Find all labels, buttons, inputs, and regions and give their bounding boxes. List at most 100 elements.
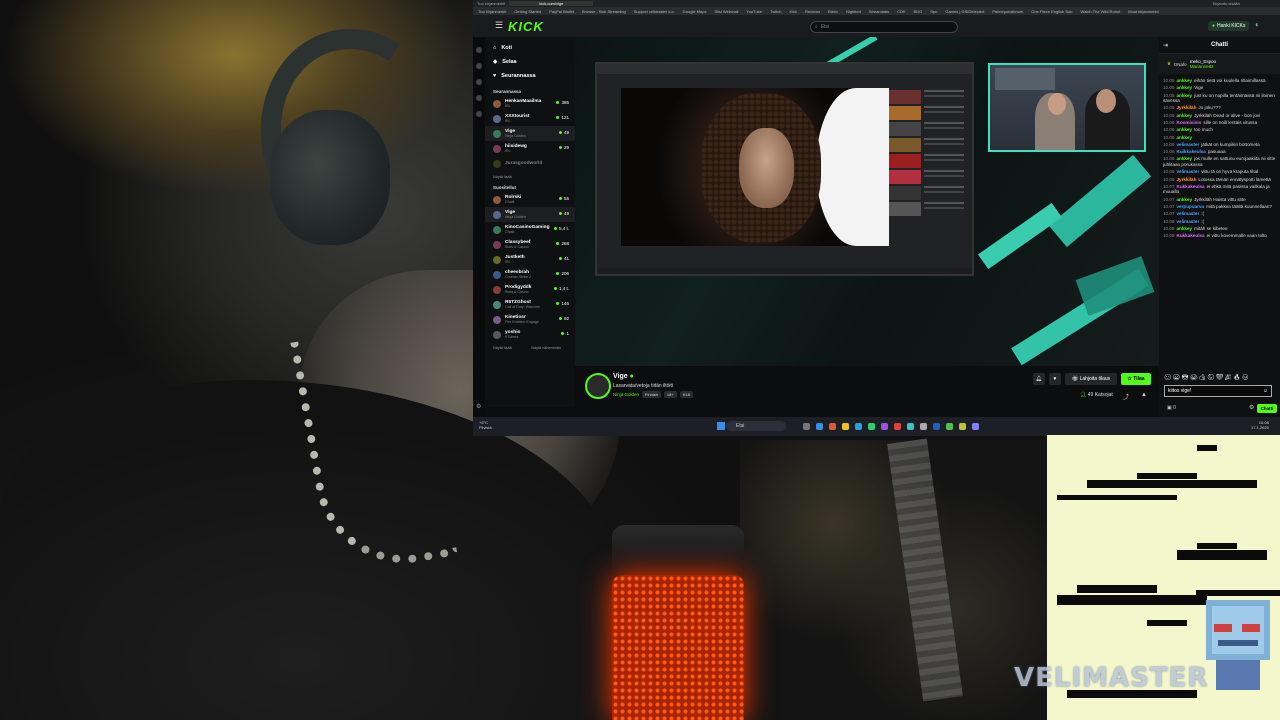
chat-username[interactable]: Kuikkakeulsa (1177, 149, 1206, 154)
bookmark-item[interactable]: Getting Started (514, 9, 541, 14)
chat-username[interactable]: ankkey (1177, 226, 1193, 231)
chat-username[interactable]: Jyrkkiläh (1177, 177, 1197, 182)
share-icon[interactable]: ⤴ (1123, 392, 1129, 401)
taskbar-app-icon[interactable] (959, 423, 966, 430)
show-more-button[interactable]: Näytä lisää (493, 346, 512, 350)
chat-username[interactable]: verpupuarva (1177, 204, 1205, 209)
browser-tab[interactable]: Kirjaudu sisään (1213, 1, 1240, 6)
bookmark-item[interactable]: Support velimaster s.o. (634, 9, 675, 14)
taskbar-search[interactable]: Etsi (726, 421, 786, 431)
subscribe-button[interactable]: ☆ Tilaa (1121, 373, 1151, 385)
bookmark-item[interactable]: Browse - Kick Streaming (582, 9, 626, 14)
bookmark-item[interactable]: Streamlabs (869, 9, 889, 14)
nav-home[interactable]: ⌂ Koti (485, 41, 575, 55)
rail-icon[interactable] (476, 111, 482, 117)
taskbar-app-icon[interactable] (972, 423, 979, 430)
channel-item[interactable]: Classybeef Slots & Casino 268 (485, 237, 575, 252)
emoji-icon[interactable]: ☺ (1263, 388, 1268, 394)
weather-widget[interactable]: +5°C Pilvistä (479, 420, 492, 430)
search-input[interactable]: ⌕ Etsi (810, 21, 958, 33)
channel-item[interactable]: R6TZGhost Call of Duty: Warzone 146 (485, 297, 575, 312)
chat-username[interactable]: ankkey (1177, 93, 1193, 98)
rail-icon[interactable] (476, 63, 482, 69)
bookmark-item[interactable]: Reviews (805, 9, 820, 14)
chat-username[interactable]: ankkey (1177, 78, 1193, 83)
channel-item[interactable]: yoshio VTubers 1 (485, 327, 575, 342)
chat-username[interactable]: velimaster (1177, 219, 1200, 224)
chat-send-button[interactable]: Chatti (1257, 404, 1277, 413)
bookmark-item[interactable]: Pelmeponsibnum (992, 9, 1023, 14)
taskbar-app-icon[interactable] (829, 423, 836, 430)
bookmark-item[interactable]: YouTube (746, 9, 762, 14)
chat-username[interactable]: ankkey (1177, 113, 1193, 118)
channel-item[interactable]: hiisidewg IRL 29 (485, 141, 575, 156)
rail-icon[interactable] (476, 47, 482, 53)
bookmark-item[interactable]: Tuo kirjanmerkit (478, 9, 506, 14)
taskbar-app-icon[interactable] (855, 423, 862, 430)
chat-input[interactable]: kiitos vige! ☺ (1164, 385, 1272, 397)
show-more-following[interactable]: Näytä lisää (485, 171, 575, 179)
system-clock[interactable]: 10.08 17.1.2025 (1251, 420, 1269, 430)
channel-item[interactable]: Kinetiosr Fire Emblem Engage 92 (485, 312, 575, 327)
chat-username[interactable]: velimaster (1177, 142, 1200, 147)
bookmark-item[interactable]: Twitch (770, 9, 781, 14)
profile-icon[interactable]: ◐ (1255, 20, 1260, 29)
channel-item[interactable]: Jurasgoodworld (485, 156, 575, 171)
nav-following[interactable]: ♥ Seurannassa (485, 69, 575, 83)
bookmark-item[interactable]: Games | GSIDetected (945, 9, 984, 14)
bookmark-item[interactable]: Watch The Wild Robot (1080, 9, 1120, 14)
taskbar-app-icon[interactable] (946, 423, 953, 430)
taskbar-app-icon[interactable] (881, 423, 888, 430)
browser-tab-active[interactable]: kick.com/vige (509, 1, 594, 6)
bookmark-item[interactable]: Google Maps (683, 9, 707, 14)
bookmark-item[interactable]: BDG (914, 9, 923, 14)
chat-username[interactable]: Kukkakeulsa (1177, 233, 1205, 238)
bookmark-item[interactable]: PayPal Wallet (549, 9, 574, 14)
stream-tag[interactable]: 18+ (663, 391, 677, 398)
channel-item[interactable]: KinoCasinoGaming Chatit 5,4 t. (485, 222, 575, 237)
notification-bell-icon[interactable]: 🔔︎ (1033, 373, 1045, 385)
chat-username[interactable]: velimaster (1177, 169, 1200, 174)
taskbar-app-icon[interactable] (816, 423, 823, 430)
chat-username[interactable]: ankkey (1177, 135, 1193, 140)
taskbar-app-icon[interactable] (868, 423, 875, 430)
taskbar-app-icon[interactable] (894, 423, 901, 430)
chat-username[interactable]: ankkey (1177, 197, 1193, 202)
bookmark-item[interactable]: Bitnix (828, 9, 838, 14)
chat-username[interactable]: Koomisinis (1177, 120, 1202, 125)
channel-item[interactable]: Rolrski Chatit 55 (485, 192, 575, 207)
streamer-name[interactable]: Vige ● (613, 373, 634, 380)
nav-browse[interactable]: ◈ Selaa (485, 55, 575, 69)
channel-item[interactable]: Justketh IRL 41 (485, 252, 575, 267)
theater-icon[interactable]: ▲ (1141, 392, 1147, 398)
gift-subscription-button[interactable]: 🎁︎ Lahjoita tilaus (1065, 373, 1117, 385)
taskbar-app-icon[interactable] (803, 423, 810, 430)
taskbar-app-icon[interactable] (920, 423, 927, 430)
rail-icon[interactable] (476, 95, 482, 101)
emote-bar[interactable]: 🙂︎😀︎😎︎😂︎👍︎😡︎❤︎🎉︎🔥︎💀︎ (1164, 374, 1250, 381)
menu-icon[interactable]: ☰ (495, 20, 503, 31)
chat-username[interactable]: ankkey (1177, 156, 1193, 161)
video-player[interactable] (575, 37, 1159, 366)
stream-tag[interactable]: K18 (679, 391, 693, 398)
channel-item[interactable]: HenkanMaailma IRL 385 (485, 96, 575, 111)
show-less-button[interactable]: Näytä vähemmän (531, 346, 561, 350)
start-icon[interactable] (717, 422, 725, 430)
taskbar-app-icon[interactable] (907, 423, 914, 430)
chat-settings-icon[interactable]: ⚙ (1249, 404, 1254, 411)
channel-item[interactable]: Vige Ninja Golden 49 (485, 126, 575, 141)
channel-item[interactable]: XXXtourist IRL 121 (485, 111, 575, 126)
bookmark-item[interactable]: Spu (930, 9, 937, 14)
settings-icon[interactable]: ⚙ (476, 403, 481, 410)
bookmark-item[interactable]: Siisi Webmail (714, 9, 738, 14)
taskbar-app-icon[interactable] (933, 423, 940, 430)
stream-category[interactable]: Ninja Golden (613, 392, 639, 397)
kick-logo[interactable]: KICK (508, 19, 544, 34)
bookmark-item[interactable]: Kick (789, 9, 797, 14)
channel-item[interactable]: cheesbrah Counter-Strike 2 206 (485, 267, 575, 282)
bookmark-item[interactable]: CDK (897, 9, 905, 14)
follow-heart-icon[interactable]: ♥ (1049, 373, 1061, 385)
taskbar-app-icon[interactable] (842, 423, 849, 430)
get-kicks-button[interactable]: ● Hanki KICKs (1208, 21, 1250, 31)
collapse-chat-icon[interactable]: ⇥ (1163, 42, 1168, 49)
